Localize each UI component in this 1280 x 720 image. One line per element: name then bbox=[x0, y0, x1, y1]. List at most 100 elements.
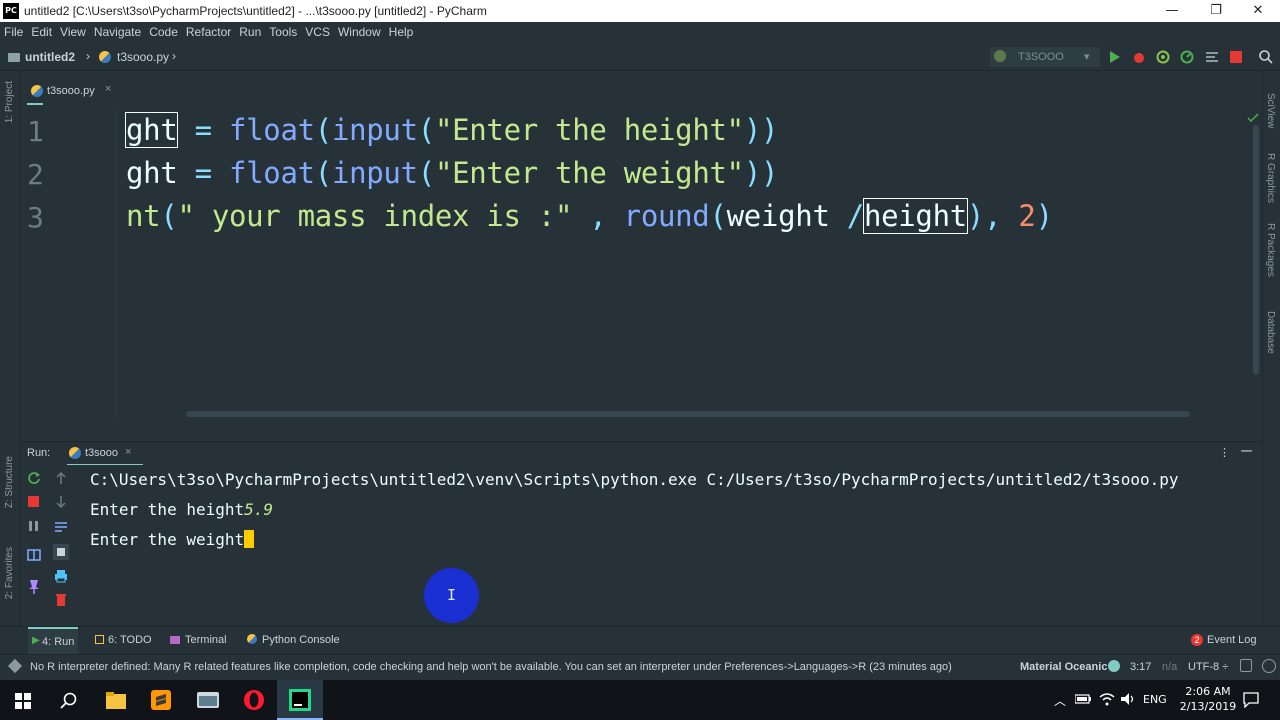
sciview-tool-button[interactable]: SciView bbox=[1265, 93, 1276, 128]
paren: )) bbox=[743, 113, 779, 147]
profile-icon[interactable] bbox=[1180, 50, 1194, 64]
breadcrumb-project[interactable]: untitled2 bbox=[25, 50, 75, 64]
run-tool-tab[interactable]: ▶ 4: Run bbox=[28, 627, 78, 655]
code-editor[interactable]: 1 2 3 ght = float(input("Enter the heigh… bbox=[21, 109, 1262, 419]
coverage-icon[interactable] bbox=[1156, 50, 1170, 64]
close-button[interactable]: ✕ bbox=[1236, 0, 1280, 22]
status-message[interactable]: No R interpreter defined: Many R related… bbox=[30, 661, 952, 673]
event-log-label: Event Log bbox=[1207, 634, 1257, 646]
lock-icon[interactable] bbox=[1240, 659, 1252, 672]
print-icon[interactable] bbox=[54, 569, 68, 583]
soft-wrap-icon[interactable] bbox=[54, 521, 68, 533]
favorites-tool-button[interactable]: 2: Favorites bbox=[4, 547, 15, 599]
opera-icon[interactable] bbox=[243, 689, 265, 711]
app-window-icon[interactable] bbox=[197, 690, 219, 710]
stop-icon[interactable] bbox=[28, 496, 40, 508]
pin-icon[interactable] bbox=[27, 579, 41, 595]
pause-icon[interactable] bbox=[28, 520, 40, 532]
wifi-icon[interactable] bbox=[1099, 692, 1115, 706]
line-number: 2 bbox=[27, 158, 44, 191]
layout-icon[interactable] bbox=[27, 549, 41, 561]
operator: / bbox=[846, 199, 864, 233]
rerun-icon[interactable] bbox=[27, 471, 41, 485]
console-line-weight[interactable]: Enter the weight bbox=[90, 530, 255, 549]
concurrency-icon[interactable] bbox=[1205, 50, 1219, 64]
menu-vcs[interactable]: VCS bbox=[301, 22, 334, 39]
terminal-tool-tab[interactable]: Terminal bbox=[170, 634, 227, 646]
pycharm-taskbar-button[interactable] bbox=[277, 680, 323, 720]
windows-start-icon[interactable] bbox=[15, 693, 31, 709]
run-tab-t3sooo[interactable]: t3sooo × bbox=[67, 442, 143, 466]
arrow-down-icon[interactable] bbox=[55, 495, 67, 509]
trash-icon[interactable] bbox=[55, 593, 67, 607]
inspector-icon[interactable] bbox=[1262, 659, 1276, 673]
paren: )) bbox=[743, 156, 779, 190]
run-configuration-select[interactable]: T3SOOO ▾ bbox=[990, 47, 1100, 67]
input-language[interactable]: ENG bbox=[1143, 693, 1167, 706]
theme-name[interactable]: Material Oceanic bbox=[1020, 661, 1107, 673]
vertical-scrollbar[interactable] bbox=[1253, 125, 1259, 375]
action-center-icon[interactable] bbox=[1243, 692, 1259, 708]
run-console[interactable]: C:\Users\t3so\PycharmProjects\untitled2\… bbox=[75, 465, 1262, 626]
notification-icon[interactable] bbox=[7, 658, 23, 674]
file-explorer-icon[interactable] bbox=[106, 692, 126, 709]
menu-code[interactable]: Code bbox=[145, 22, 182, 39]
scroll-to-end-icon[interactable] bbox=[53, 544, 69, 560]
database-tool-button[interactable]: Database bbox=[1265, 311, 1276, 354]
battery-icon[interactable] bbox=[1075, 694, 1091, 704]
maximize-button[interactable]: ❐ bbox=[1194, 0, 1238, 22]
sublime-text-icon[interactable] bbox=[151, 690, 171, 710]
run-tool-tab-label: 4: Run bbox=[42, 636, 75, 648]
code-line-1[interactable]: ght = float(input("Enter the height")) bbox=[124, 112, 779, 148]
file-encoding[interactable]: UTF-8 ÷ bbox=[1188, 661, 1228, 673]
breadcrumb-file[interactable]: t3sooo.py bbox=[117, 50, 169, 64]
debug-icon[interactable] bbox=[1132, 50, 1146, 64]
todo-tool-tab[interactable]: 6: TODO bbox=[95, 634, 152, 646]
menu-window[interactable]: Window bbox=[334, 22, 385, 39]
folder-icon bbox=[8, 53, 20, 62]
clock-date: 2/13/2019 bbox=[1179, 700, 1237, 713]
code-line-3[interactable]: nt(" your mass index is :" , round(weigh… bbox=[126, 198, 1053, 234]
project-tool-button[interactable]: 1: Project bbox=[4, 81, 15, 123]
system-clock[interactable]: 2:06 AM 2/13/2019 bbox=[1178, 684, 1238, 714]
python-console-tool-tab[interactable]: Python Console bbox=[247, 634, 340, 646]
menu-edit[interactable]: Edit bbox=[27, 22, 56, 39]
r-packages-tool-button[interactable]: R Packages bbox=[1265, 223, 1276, 277]
show-hidden-icons[interactable]: ︿ bbox=[1054, 692, 1066, 709]
close-tab-icon[interactable]: × bbox=[125, 446, 131, 458]
menu-help[interactable]: Help bbox=[385, 22, 418, 39]
stop-icon[interactable] bbox=[1230, 51, 1242, 63]
search-icon[interactable] bbox=[1258, 49, 1274, 65]
search-icon[interactable] bbox=[60, 692, 78, 710]
todo-tool-tab-label: 6: TODO bbox=[108, 634, 152, 646]
menu-refactor[interactable]: Refactor bbox=[182, 22, 235, 39]
left-tool-strip: 1: Project Z: Structure 2: Favorites bbox=[0, 71, 21, 626]
menu-view[interactable]: View bbox=[56, 22, 90, 39]
more-options-icon[interactable]: ⋮ bbox=[1219, 446, 1230, 459]
run-panel-label: Run: bbox=[27, 447, 51, 459]
event-log-button[interactable]: 2 Event Log bbox=[1191, 634, 1257, 646]
chevron-down-icon: ▾ bbox=[1084, 51, 1090, 63]
menu-run[interactable]: Run bbox=[235, 22, 265, 39]
structure-tool-button[interactable]: Z: Structure bbox=[4, 456, 15, 508]
arrow-up-icon[interactable] bbox=[55, 471, 67, 485]
volume-icon[interactable] bbox=[1120, 692, 1136, 706]
paren: ( bbox=[314, 156, 332, 190]
menu-tools[interactable]: Tools bbox=[265, 22, 301, 39]
editor-tabs: t3sooo.py × bbox=[21, 71, 1262, 109]
bottom-tool-tabs: ▶ 4: Run 6: TODO Terminal Python Console… bbox=[0, 626, 1280, 655]
menu-file[interactable]: File bbox=[0, 22, 27, 39]
code-line-2[interactable]: ght = float(input("Enter the weight")) bbox=[126, 156, 778, 190]
caret-position[interactable]: 3:17 bbox=[1130, 661, 1151, 673]
menu-navigate[interactable]: Navigate bbox=[90, 22, 145, 39]
line-separator[interactable]: n/a bbox=[1162, 661, 1177, 673]
minimize-button[interactable]: — bbox=[1150, 0, 1194, 22]
number-literal: 2 bbox=[1018, 199, 1036, 233]
horizontal-scrollbar[interactable] bbox=[186, 411, 1190, 417]
clock-time: 2:06 AM bbox=[1185, 685, 1231, 698]
function-name: input bbox=[331, 156, 418, 190]
run-icon[interactable] bbox=[1109, 50, 1121, 64]
identifier: ght bbox=[126, 156, 178, 190]
hide-panel-icon[interactable]: — bbox=[1241, 445, 1252, 457]
r-graphics-tool-button[interactable]: R Graphics bbox=[1265, 153, 1276, 203]
